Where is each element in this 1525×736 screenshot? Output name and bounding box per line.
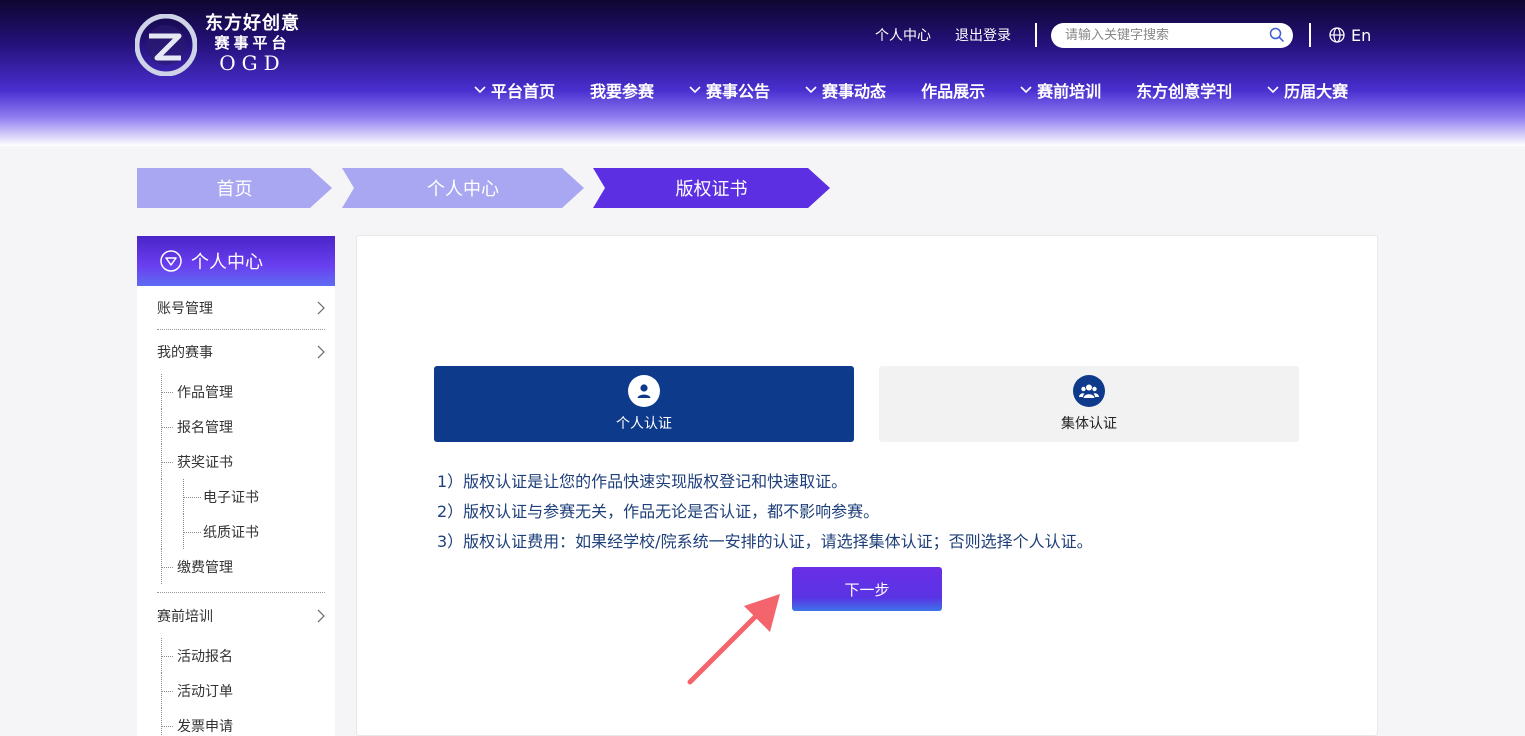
diamond-icon (160, 250, 182, 272)
annotation-arrow-icon (687, 594, 780, 685)
search-icon[interactable] (1269, 27, 1285, 43)
sidebar-item-label: 缴费管理 (177, 559, 233, 576)
search-input[interactable] (1065, 27, 1269, 43)
nav-label: 作品展示 (921, 82, 986, 101)
nav-past-events[interactable]: 历届大赛 (1267, 78, 1348, 102)
sidebar-item-label: 作品管理 (177, 384, 233, 401)
search-box (1051, 22, 1293, 48)
group-icon (1073, 375, 1105, 407)
certification-type-tabs: 个人认证 集体认证 (434, 366, 1299, 442)
sidebar-item-award-certificates[interactable]: 获奖证书 (161, 444, 335, 479)
nav-news[interactable]: 赛事动态 (805, 78, 886, 102)
sidebar-item-my-events[interactable]: 我的赛事 (157, 330, 325, 374)
logo-mark-icon (135, 14, 197, 76)
site-logo[interactable]: 东方好创意 赛事平台 OGD (135, 12, 310, 78)
person-icon (628, 375, 660, 407)
sidebar-item-e-certificate[interactable]: 电子证书 (161, 479, 335, 514)
sidebar-header: 个人中心 (137, 236, 335, 286)
next-step-button[interactable]: 下一步 (792, 567, 942, 611)
tab-label: 集体认证 (1061, 416, 1117, 432)
logo-abbr: OGD (219, 51, 286, 75)
note-line: 3）版权认证费用：如果经学校/院系统一安排的认证，请选择集体认证；否则选择个人认… (437, 532, 1093, 551)
top-bar: 个人中心 退出登录 En (875, 22, 1371, 48)
site-header: 东方好创意 赛事平台 OGD 个人中心 退出登录 En (0, 0, 1525, 146)
nav-training[interactable]: 赛前培训 (1020, 78, 1101, 102)
breadcrumb-copyright-certificate: 版权证书 (593, 168, 830, 208)
chevron-down-icon (474, 86, 486, 94)
sidebar-item-label: 报名管理 (177, 419, 233, 436)
sidebar-item-label: 活动订单 (177, 683, 233, 700)
nav-works[interactable]: 作品展示 (921, 78, 985, 102)
chevron-down-icon (1267, 86, 1279, 94)
breadcrumb-home[interactable]: 首页 (137, 168, 332, 208)
breadcrumb-personal-center[interactable]: 个人中心 (342, 168, 584, 208)
personal-center-link[interactable]: 个人中心 (875, 25, 931, 45)
sidebar: 个人中心 账号管理 我的赛事 作品管理 报名管理 获奖证书 电子证书 纸质证书 … (137, 236, 335, 736)
sidebar-title: 个人中心 (191, 252, 263, 273)
nav-journal[interactable]: 东方创意学刊 (1136, 78, 1232, 102)
sidebar-item-label: 获奖证书 (177, 454, 233, 471)
logo-title: 东方好创意 (205, 13, 300, 34)
chevron-right-icon (317, 301, 325, 314)
sidebar-item-label: 发票申请 (177, 718, 233, 735)
nav-label: 东方创意学刊 (1136, 82, 1233, 101)
chevron-right-icon (317, 345, 325, 359)
sidebar-item-account[interactable]: 账号管理 (157, 286, 325, 330)
sidebar-item-label: 电子证书 (203, 489, 259, 506)
chevron-right-icon (317, 609, 325, 622)
note-line: 1）版权认证是让您的作品快速实现版权登记和快速取证。 (437, 472, 848, 491)
sidebar-item-label: 账号管理 (157, 300, 213, 317)
divider (1035, 23, 1037, 47)
sidebar-item-works[interactable]: 作品管理 (161, 374, 335, 409)
nav-label: 赛事动态 (822, 82, 887, 101)
globe-icon (1329, 27, 1345, 43)
logout-link[interactable]: 退出登录 (955, 25, 1011, 45)
sidebar-item-label: 我的赛事 (157, 345, 213, 361)
language-label: En (1351, 25, 1372, 45)
sidebar-item-activity-orders[interactable]: 活动订单 (161, 673, 335, 708)
language-switch[interactable]: En (1329, 26, 1371, 45)
certification-notes: 1）版权认证是让您的作品快速实现版权登记和快速取证。 2）版权认证与参赛无关，作… (437, 467, 1093, 557)
nav-announcements[interactable]: 赛事公告 (689, 78, 770, 102)
chevron-down-icon (689, 86, 701, 94)
sidebar-item-fee[interactable]: 缴费管理 (161, 549, 335, 584)
nav-join[interactable]: 我要参赛 (590, 78, 654, 102)
nav-label: 历届大赛 (1284, 82, 1349, 101)
tab-personal-certification[interactable]: 个人认证 (434, 366, 854, 442)
chevron-down-icon (805, 86, 817, 94)
sidebar-item-activity-signup[interactable]: 活动报名 (161, 638, 335, 673)
sidebar-item-registration[interactable]: 报名管理 (161, 409, 335, 444)
sidebar-item-training[interactable]: 赛前培训 (157, 592, 325, 638)
sidebar-item-label: 赛前培训 (157, 608, 213, 625)
chevron-down-icon (1020, 86, 1032, 94)
nav-label: 赛前培训 (1037, 82, 1102, 101)
sidebar-item-label: 活动报名 (177, 648, 233, 665)
logo-subtitle: 赛事平台 (214, 34, 291, 52)
tab-label: 个人认证 (616, 416, 672, 432)
note-line: 2）版权认证与参赛无关，作品无论是否认证，都不影响参赛。 (437, 502, 880, 521)
nav-label: 赛事公告 (706, 82, 771, 101)
divider (1309, 23, 1311, 47)
tab-group-certification[interactable]: 集体认证 (879, 366, 1299, 442)
nav-label: 平台首页 (491, 82, 556, 101)
nav-home[interactable]: 平台首页 (474, 78, 555, 102)
sidebar-item-paper-certificate[interactable]: 纸质证书 (161, 514, 335, 549)
nav-label: 我要参赛 (590, 82, 655, 101)
main-panel: 个人认证 集体认证 1）版权认证是让您的作品快速实现版权登记和快速取证。 2）版… (356, 235, 1378, 736)
main-nav: 平台首页 我要参赛 赛事公告 赛事动态 作品展示 赛前培训 东方创意学刊 历届大… (474, 78, 1383, 102)
sidebar-item-invoice[interactable]: 发票申请 (161, 708, 335, 736)
sidebar-item-label: 纸质证书 (203, 524, 259, 541)
